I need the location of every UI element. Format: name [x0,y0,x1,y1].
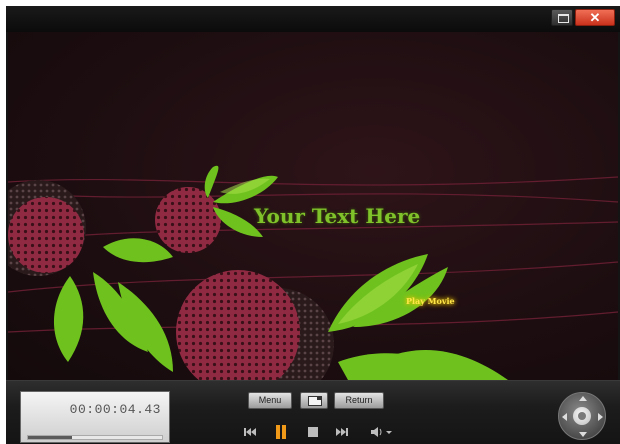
pause-icon [276,425,280,439]
previous-chapter-icon[interactable] [244,425,256,439]
picture-in-picture-icon [308,396,322,406]
pink-dotted-circle [8,197,84,273]
restore-window-icon [558,14,569,23]
dpad-up-arrow-icon[interactable] [579,396,587,401]
pink-dotted-circle [176,270,300,380]
close-button[interactable]: ✕ [575,9,615,26]
close-icon: ✕ [589,10,601,25]
time-display-panel: 00:00:04.43 [20,391,170,443]
dpad-right-arrow-icon[interactable] [598,413,603,421]
dpad-left-arrow-icon[interactable] [562,413,567,421]
menu-button[interactable]: Menu [248,392,292,409]
seek-bar[interactable] [27,435,163,440]
dpad-down-arrow-icon[interactable] [579,432,587,437]
navigation-dpad-icon[interactable] [558,392,606,440]
pause-button[interactable] [275,425,287,439]
title-bar: ✕ [6,6,620,32]
video-display: Your Text Here Play Movie [8,32,618,380]
stop-icon[interactable] [308,427,318,437]
restore-window-button[interactable] [551,9,573,26]
player-window: ✕ Your Text Here Play Movie 00:00:04.43 … [6,6,620,444]
dpad-enter-button[interactable] [573,407,591,425]
picture-in-picture-button[interactable] [300,392,328,409]
control-bar: 00:00:04.43 Menu Return [6,380,620,444]
play-movie-button[interactable]: Play Movie [406,296,455,306]
menu-title-text: Your Text Here [254,204,421,228]
pink-dotted-circle [155,187,221,253]
volume-icon[interactable] [371,425,393,439]
next-chapter-icon[interactable] [336,425,348,439]
time-readout: 00:00:04.43 [69,402,161,417]
seek-bar-fill [28,436,73,439]
return-button[interactable]: Return [334,392,384,409]
